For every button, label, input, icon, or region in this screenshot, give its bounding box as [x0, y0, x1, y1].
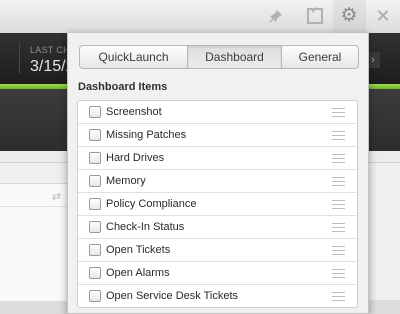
item-label: Hard Drives — [106, 152, 165, 164]
list-item: Policy Compliance — [78, 193, 357, 216]
dashboard-items-list: Screenshot Missing Patches Hard Drives M… — [77, 100, 358, 308]
item-label: Missing Patches — [106, 129, 187, 141]
item-label: Check-In Status — [106, 221, 185, 233]
list-item: Memory — [78, 170, 357, 193]
popout-icon-box — [307, 8, 323, 24]
dashboard-items-heading: Dashboard Items — [78, 81, 168, 93]
pin-icon-graphic — [269, 10, 282, 23]
policy-compliance-checkbox[interactable] — [89, 198, 101, 210]
drag-handle-icon[interactable] — [332, 246, 345, 255]
refresh-icon[interactable]: ⇄ — [52, 190, 61, 203]
tab-general[interactable]: General — [282, 46, 358, 68]
pin-icon[interactable] — [267, 7, 285, 25]
drag-handle-icon[interactable] — [332, 269, 345, 278]
drag-handle-icon[interactable] — [332, 177, 345, 186]
drag-handle-icon[interactable] — [332, 223, 345, 232]
open-alarms-checkbox[interactable] — [89, 267, 101, 279]
close-icon[interactable]: ✕ — [374, 7, 392, 25]
drag-handle-icon[interactable] — [332, 200, 345, 209]
band-divider — [19, 44, 20, 74]
settings-tabs: QuickLaunch Dashboard General — [79, 45, 359, 69]
open-service-desk-tickets-checkbox[interactable] — [89, 290, 101, 302]
list-item: Missing Patches — [78, 124, 357, 147]
tab-dashboard[interactable]: Dashboard — [188, 46, 282, 68]
gear-icon[interactable]: ⚙ — [340, 6, 358, 25]
item-label: Screenshot — [106, 106, 162, 118]
screenshot-checkbox[interactable] — [89, 106, 101, 118]
list-item: Screenshot — [78, 101, 357, 124]
hard-drives-checkbox[interactable] — [89, 152, 101, 164]
popout-icon[interactable] — [306, 7, 324, 25]
list-item: Open Tickets — [78, 239, 357, 262]
item-label: Open Alarms — [106, 267, 170, 279]
drag-handle-icon[interactable] — [332, 154, 345, 163]
list-item: Check-In Status — [78, 216, 357, 239]
list-item: Open Service Desk Tickets — [78, 285, 357, 307]
settings-popup: QuickLaunch Dashboard General Dashboard … — [67, 33, 369, 314]
drag-handle-icon[interactable] — [332, 131, 345, 140]
check-in-status-checkbox[interactable] — [89, 221, 101, 233]
tab-quicklaunch[interactable]: QuickLaunch — [80, 46, 188, 68]
item-label: Open Tickets — [106, 244, 171, 256]
list-item: Hard Drives — [78, 147, 357, 170]
drag-handle-icon[interactable] — [332, 108, 345, 117]
item-label: Policy Compliance — [106, 198, 197, 210]
item-label: Open Service Desk Tickets — [106, 290, 239, 302]
list-item: Open Alarms — [78, 262, 357, 285]
last-checkin-label: LAST CH — [30, 45, 70, 55]
missing-patches-checkbox[interactable] — [89, 129, 101, 141]
item-label: Memory — [106, 175, 146, 187]
memory-checkbox[interactable] — [89, 175, 101, 187]
open-tickets-checkbox[interactable] — [89, 244, 101, 256]
